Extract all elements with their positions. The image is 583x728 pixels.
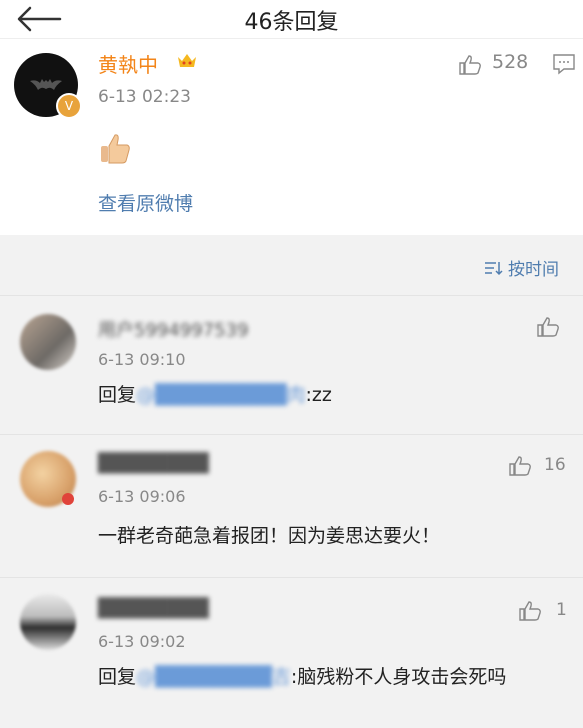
like-count: 1 bbox=[556, 600, 567, 620]
sort-label: 按时间 bbox=[508, 260, 559, 280]
avatar-badge-icon bbox=[62, 493, 74, 505]
list-item: ████████ 6-13 09:06 一群老奇葩急着报团！因为姜思达要火！ 1… bbox=[0, 435, 583, 578]
sort-icon bbox=[485, 261, 503, 275]
reply-body: 一群老奇葩急着报团！因为姜思达要火！ bbox=[98, 521, 563, 551]
like-icon[interactable] bbox=[458, 55, 482, 75]
view-original-link[interactable]: 查看原微博 bbox=[98, 189, 193, 216]
reply-username[interactable]: ████████ bbox=[98, 453, 209, 474]
mention-link[interactable]: @█████████肉 bbox=[136, 380, 306, 410]
reply-body: 回复@████████吉:脑残粉不人身攻击会死吗 bbox=[98, 662, 563, 692]
like-icon[interactable] bbox=[518, 600, 542, 622]
list-item: ████████ 6-13 09:02 回复@████████吉:脑残粉不人身攻… bbox=[0, 578, 583, 728]
mention-link[interactable]: @████████吉 bbox=[136, 662, 291, 692]
reply-prefix: 回复 bbox=[98, 384, 137, 406]
original-comment: V 黄執中 6-13 02:23 查看原微博 528 bbox=[0, 38, 583, 235]
like-count: 16 bbox=[544, 455, 566, 475]
sort-by-time-button[interactable]: 按时间 bbox=[484, 255, 559, 280]
avatar[interactable] bbox=[20, 314, 76, 370]
page-title: 46条回复 bbox=[244, 10, 339, 35]
like-icon[interactable] bbox=[508, 455, 532, 477]
batman-logo-icon bbox=[30, 79, 62, 90]
thumbs-up-emoji-icon bbox=[101, 134, 130, 164]
sort-bar: 按时间 bbox=[0, 235, 583, 296]
reply-body: 回复@█████████肉:zz bbox=[98, 380, 563, 410]
reply-username[interactable]: ████████ bbox=[98, 598, 209, 619]
top-bar: 46条回复 bbox=[0, 0, 583, 38]
reply-username[interactable]: 用户5994997539 bbox=[98, 316, 249, 342]
like-count: 528 bbox=[492, 51, 529, 73]
reply-text: :zz bbox=[305, 384, 332, 406]
reply-time: 6-13 09:02 bbox=[98, 632, 186, 651]
comment-icon[interactable] bbox=[552, 53, 576, 75]
like-icon[interactable] bbox=[536, 316, 560, 338]
reply-prefix: 回复 bbox=[98, 666, 137, 688]
reply-time: 6-13 09:06 bbox=[98, 487, 186, 506]
verified-badge-icon: V bbox=[56, 93, 82, 119]
comment-time: 6-13 02:23 bbox=[98, 87, 191, 107]
vip-crown-icon bbox=[178, 54, 196, 67]
avatar[interactable] bbox=[20, 594, 76, 650]
list-item: 用户5994997539 6-13 09:10 回复@█████████肉:zz bbox=[0, 296, 583, 435]
reply-text: :脑残粉不人身攻击会死吗 bbox=[290, 666, 507, 688]
reply-time: 6-13 09:10 bbox=[98, 350, 186, 369]
reply-text: 一群老奇葩急着报团！因为姜思达要火！ bbox=[98, 525, 441, 547]
author-name[interactable]: 黄執中 bbox=[98, 49, 158, 78]
